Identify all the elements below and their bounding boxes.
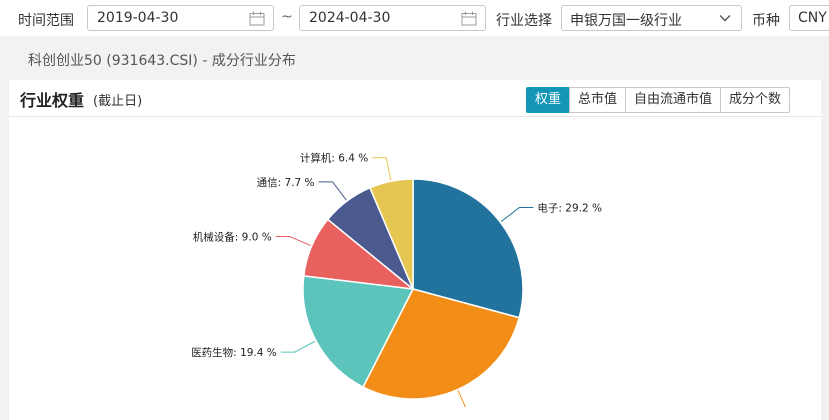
- tab-total-market-cap[interactable]: 总市值: [569, 87, 627, 113]
- date-range-label: 时间范围: [18, 13, 74, 29]
- currency-label: 币种: [752, 13, 780, 29]
- start-date-value: 2019-04-30: [97, 10, 179, 26]
- industry-select-value: 申银万国一级行业: [570, 13, 682, 29]
- index-subtitle: 科创创业50 (931643.CSI) - 成分行业分布: [28, 53, 296, 69]
- industry-label: 行业选择: [496, 13, 552, 29]
- tab-free-float-market-cap[interactable]: 自由流通市值: [625, 87, 722, 113]
- calendar-icon[interactable]: [461, 11, 477, 26]
- start-date-input[interactable]: 2019-04-30: [87, 5, 274, 31]
- filter-bar: 时间范围 2019-04-30 ~ 2024-04-30 行业选择 申银万国一级…: [0, 0, 829, 36]
- end-date-value: 2024-04-30: [309, 10, 391, 26]
- date-separator: ~: [281, 9, 293, 25]
- calendar-icon[interactable]: [249, 11, 265, 26]
- panel-subtitle: (截止日): [93, 94, 143, 109]
- currency-select[interactable]: CNY: [789, 5, 829, 31]
- tab-constituent-count[interactable]: 成分个数: [720, 87, 791, 113]
- currency-select-value: CNY: [798, 10, 827, 26]
- panel-title: 行业权重: [20, 91, 85, 110]
- metric-tabs: 权重 总市值 自由流通市值 成分个数: [526, 87, 791, 113]
- chevron-down-icon: [719, 15, 731, 22]
- end-date-input[interactable]: 2024-04-30: [299, 5, 486, 31]
- industry-weight-panel: 行业权重 (截止日) 权重 总市值 自由流通市值 成分个数: [9, 80, 821, 420]
- tab-weight[interactable]: 权重: [526, 87, 571, 113]
- industry-select[interactable]: 申银万国一级行业: [561, 5, 742, 31]
- panel-header: 行业权重 (截止日) 权重 总市值 自由流通市值 成分个数: [9, 80, 821, 117]
